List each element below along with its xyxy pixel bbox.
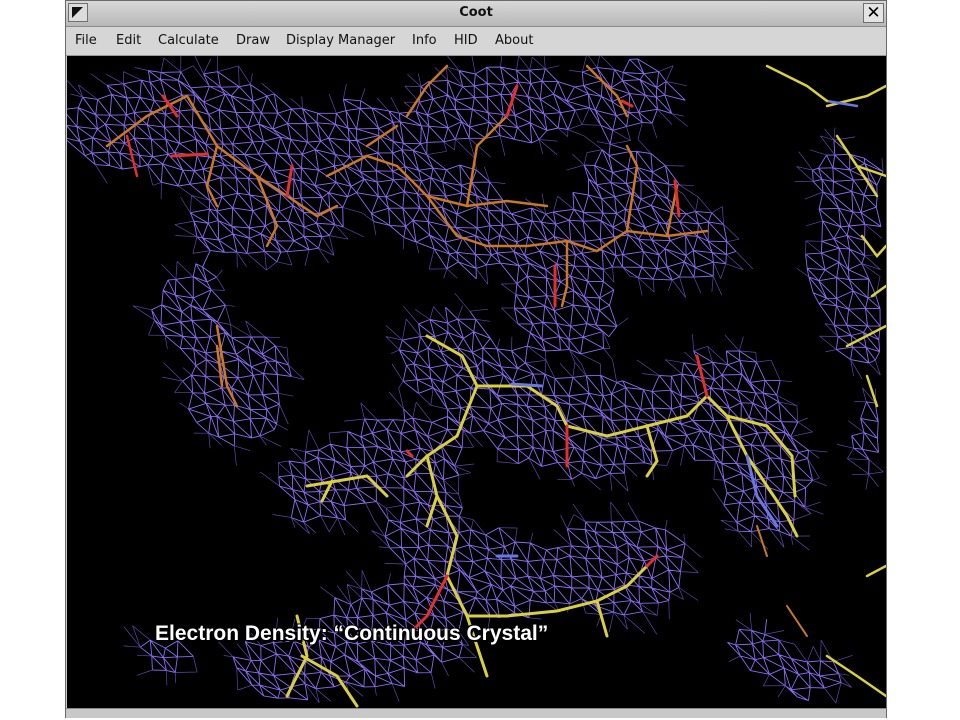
density-caption: Electron Density: “Continuous Crystal” (155, 622, 549, 645)
close-icon[interactable]: ✕ (863, 3, 884, 23)
menu-draw[interactable]: Draw (236, 33, 270, 48)
graphics-viewport[interactable]: Electron Density: “Continuous Crystal” (67, 56, 886, 708)
electron-density-scene (67, 56, 886, 708)
menu-about[interactable]: About (495, 33, 533, 48)
window-title: Coot (459, 5, 493, 20)
menu-file[interactable]: File (75, 33, 97, 48)
bond (510, 382, 544, 388)
bond (170, 152, 209, 158)
menu-display-manager[interactable]: Display Manager (286, 33, 395, 48)
menu-bar: File Edit Calculate Draw Display Manager… (66, 27, 886, 56)
menu-calculate[interactable]: Calculate (158, 33, 219, 48)
menu-edit[interactable]: Edit (116, 33, 141, 48)
status-bar (66, 708, 886, 718)
coot-window: Coot ✕ File Edit Calculate Draw Display … (65, 0, 887, 718)
title-bar[interactable]: Coot ✕ (66, 1, 886, 27)
menu-hid[interactable]: HID (454, 33, 478, 48)
menu-info[interactable]: Info (412, 33, 437, 48)
